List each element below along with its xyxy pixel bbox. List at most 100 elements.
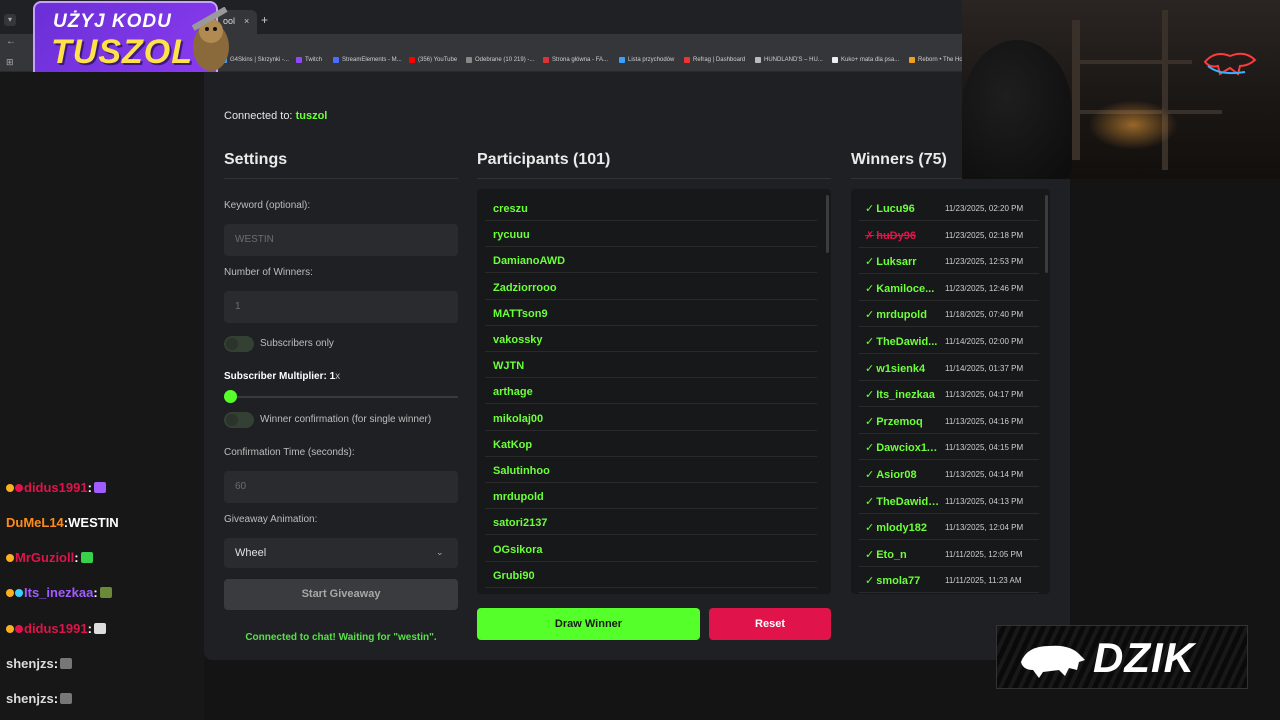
chat-username[interactable]: shenjzs — [6, 656, 54, 671]
chevron-down-icon[interactable]: ⌄ — [436, 547, 444, 558]
animation-select[interactable]: Wheel — [224, 538, 458, 568]
reset-button[interactable]: Reset — [709, 608, 831, 640]
winners-count-input[interactable]: 1 — [224, 291, 458, 323]
winner-row[interactable]: ✓ mlody182 11/13/2025, 12:04 PM — [859, 514, 1039, 541]
winner-row[interactable]: ✓ w1sienk4 11/14/2025, 01:37 PM — [859, 355, 1039, 381]
check-icon: ✓ — [865, 203, 875, 215]
tab-list-icon[interactable]: ▾ — [4, 14, 16, 26]
winner-row[interactable]: ✓ smola77 11/11/2025, 11:23 AM — [859, 567, 1039, 594]
participant-row[interactable]: creszu — [485, 195, 817, 221]
winner-row[interactable]: ✓ Luksarr 11/23/2025, 12:53 PM — [859, 248, 1039, 275]
chat-username[interactable]: MrGuzioll — [15, 550, 74, 565]
participant-row[interactable]: Zadziorrooo — [485, 274, 817, 300]
participant-row[interactable]: KatKop — [485, 431, 817, 457]
winner-row[interactable]: ✓ Dawciox11... 11/13/2025, 04:15 PM — [859, 434, 1039, 461]
chat-username[interactable]: DuMeL14 — [6, 515, 64, 530]
bookmark-favicon-icon — [543, 57, 549, 63]
participants-list[interactable]: creszu rycuuu DamianoAWD Zadziorrooo MATTson… — [477, 189, 831, 594]
winners-list[interactable]: ✓ Lucu96 11/23/2025, 02:20 PM ✗ huDy96 11/23/… — [851, 189, 1050, 594]
participant-row[interactable]: arthage — [485, 378, 817, 405]
winner-username: Lucu96 — [876, 203, 915, 215]
bookmark-item[interactable]: StreamElements - M... — [333, 57, 402, 63]
bookmark-label: Lista przychodów — [628, 57, 675, 63]
participant-row[interactable]: MATTson9 — [485, 300, 817, 326]
participant-row[interactable]: Salutinhoo — [485, 457, 817, 483]
bookmark-favicon-icon — [832, 57, 838, 63]
multiplier-slider-track[interactable] — [230, 396, 458, 398]
winner-row[interactable]: ✓ Eto_n 11/11/2025, 12:05 PM — [859, 541, 1039, 567]
chat-separator: : — [87, 621, 92, 636]
chat-emote-icon — [80, 552, 93, 563]
participant-row[interactable]: DamianoAWD — [485, 247, 817, 274]
chat-message: Its_inezkaa: — [6, 585, 112, 600]
participant-row[interactable]: satori2137 — [485, 509, 817, 536]
participant-row[interactable]: OGsikora — [485, 536, 817, 562]
winner-name: ✓ Kamiloce... — [865, 282, 940, 295]
winners-scrollbar[interactable] — [1045, 195, 1048, 273]
subscribers-only-toggle[interactable] — [224, 336, 254, 352]
chat-emote-icon — [60, 693, 73, 704]
participants-scrollbar[interactable] — [826, 195, 829, 253]
participant-row[interactable]: WJTN — [485, 352, 817, 379]
bookmark-label: Odebrane (10 219) -... — [475, 57, 535, 63]
multiplier-suffix: x — [335, 371, 341, 382]
bookmark-item[interactable]: Refrag | Dashboard — [684, 57, 745, 63]
subscribers-only-label: Subscribers only — [260, 338, 334, 349]
confirmation-time-label: Confirmation Time (seconds): — [224, 447, 355, 458]
bookmark-label: StreamElements - M... — [342, 57, 402, 63]
chat-username[interactable]: shenjzs — [6, 691, 54, 706]
winner-name: ✓ w1sienk4 — [865, 362, 940, 375]
multiplier-slider-thumb[interactable] — [224, 390, 237, 403]
winner-row[interactable]: ✓ TheDawid... 11/14/2025, 02:00 PM — [859, 328, 1039, 354]
winner-username: smola77 — [876, 575, 921, 588]
participant-row[interactable]: mrdupold — [485, 483, 817, 510]
winner-row[interactable]: ✓ TheDawidek 11/13/2025, 04:13 PM — [859, 488, 1039, 514]
bookmark-item[interactable]: HUNDLAND'S – HU... — [755, 57, 823, 63]
start-giveaway-button[interactable]: Start Giveaway — [224, 579, 458, 610]
shelf-board — [1072, 60, 1192, 64]
bookmark-item[interactable]: Twitch — [296, 57, 322, 63]
participants-title: Participants (101) — [477, 151, 611, 168]
winner-row[interactable]: ✓ Lucu96 11/23/2025, 02:20 PM — [859, 195, 1039, 221]
settings-title: Settings — [224, 151, 288, 168]
participant-row[interactable]: mikolaj00 — [485, 405, 817, 431]
chat-badge-icon — [15, 624, 23, 633]
winner-row[interactable]: ✗ huDy96 11/23/2025, 02:18 PM — [859, 222, 1039, 248]
winner-date: 11/23/2025, 12:46 PM — [945, 283, 1024, 293]
winner-date: 11/14/2025, 01:37 PM — [945, 363, 1024, 373]
apps-grid-icon[interactable]: ⊞ — [6, 57, 14, 68]
webcam-lamp-glow — [1088, 100, 1178, 150]
bookmark-item[interactable]: (356) YouTube — [409, 57, 457, 63]
winner-confirmation-toggle[interactable] — [224, 412, 254, 428]
bookmark-item[interactable]: Kuko+ mata dla psa... — [832, 57, 899, 63]
confirmation-time-input[interactable]: 60 — [224, 471, 458, 503]
tab-close-icon[interactable]: × — [244, 16, 249, 26]
check-icon: ✓ — [865, 495, 875, 508]
participant-row[interactable]: vakossky — [485, 326, 817, 352]
draw-winner-button[interactable]: Draw Winner — [477, 608, 700, 640]
bookmark-item[interactable]: Odebrane (10 219) -... — [466, 57, 534, 63]
chat-separator: : — [93, 585, 98, 600]
participant-row[interactable]: rycuuu — [485, 221, 817, 248]
winner-row[interactable]: ✓ Kamiloce... 11/23/2025, 12:46 PM — [859, 275, 1039, 301]
chat-badge-icon — [6, 588, 14, 597]
winner-row[interactable]: ✓ Przemoq 11/13/2025, 04:16 PM — [859, 408, 1039, 434]
winner-row[interactable]: ✓ mrdupold 11/18/2025, 07:40 PM — [859, 301, 1039, 328]
keyword-input[interactable]: WESTIN — [224, 224, 458, 256]
chat-username[interactable]: Its_inezkaa — [24, 585, 93, 600]
new-tab-icon[interactable]: + — [261, 13, 268, 27]
winner-name: ✓ TheDawidek — [865, 495, 940, 508]
bookmark-item[interactable]: Lista przychodów — [619, 57, 674, 63]
bookmark-item[interactable]: Strona główna - FA... — [543, 57, 608, 63]
winner-row[interactable]: ✓ Asior08 11/13/2025, 04:14 PM — [859, 461, 1039, 487]
back-arrow-icon[interactable]: ← — [6, 36, 16, 47]
bookmark-item[interactable]: Reborn • The Ho — [909, 57, 963, 63]
bookmark-favicon-icon — [296, 57, 302, 63]
winner-row[interactable]: ✓ Its_inezkaa 11/13/2025, 04:17 PM — [859, 381, 1039, 408]
participant-row[interactable]: Grubi90 — [485, 562, 817, 588]
chat-username[interactable]: didus1991 — [24, 621, 88, 636]
chat-username[interactable]: didus1991 — [24, 480, 88, 495]
winner-date: 11/11/2025, 12:05 PM — [945, 549, 1023, 559]
chat-message: didus1991: — [6, 480, 106, 495]
winner-date: 11/13/2025, 12:04 PM — [945, 523, 1024, 533]
